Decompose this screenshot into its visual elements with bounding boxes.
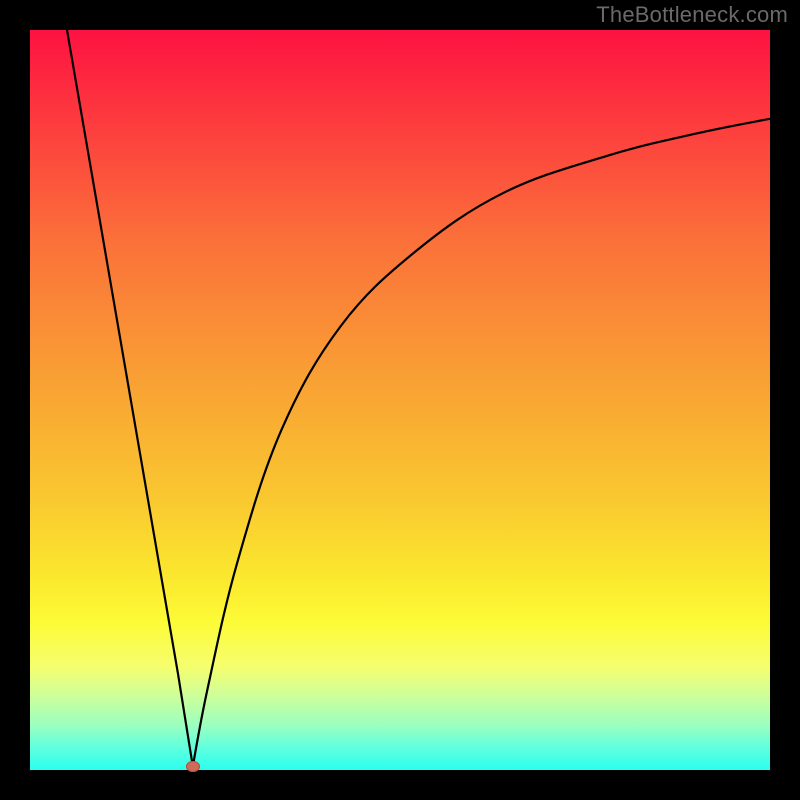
chart-frame: TheBottleneck.com (0, 0, 800, 800)
min-point-marker (186, 761, 200, 772)
curve-svg (30, 30, 770, 770)
curve-path (67, 30, 770, 766)
watermark-text: TheBottleneck.com (596, 2, 788, 28)
plot-area (30, 30, 770, 770)
